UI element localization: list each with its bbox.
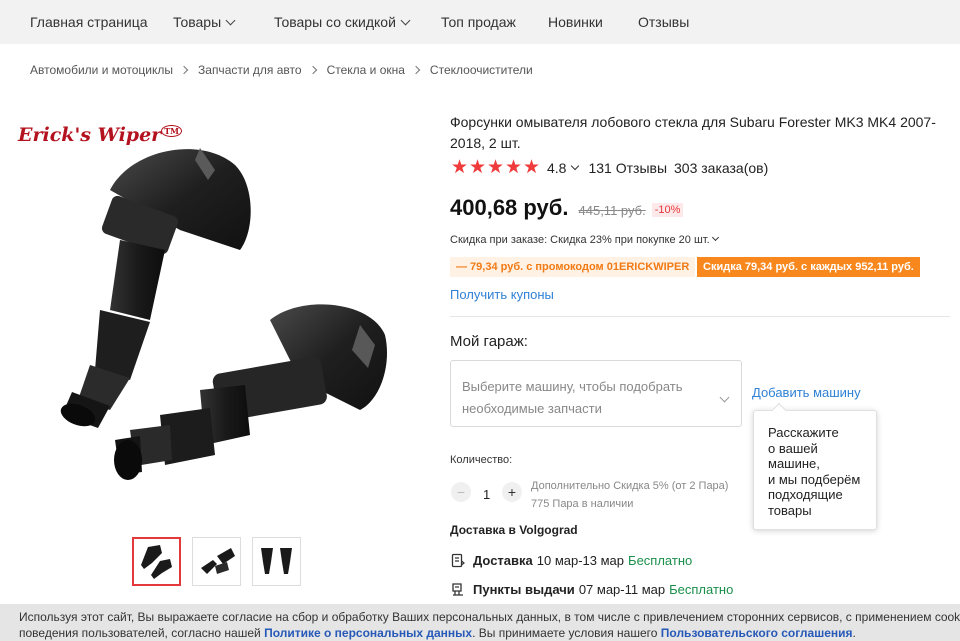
quantity-decrease-button[interactable]: −: [451, 482, 471, 502]
chevron-down-icon: [400, 15, 411, 26]
nav-discounted-products[interactable]: Товары со скидкой: [274, 14, 411, 30]
quantity-label: Количество:: [450, 454, 513, 466]
breadcrumb-item[interactable]: Стеклоочистители: [430, 63, 533, 77]
product-title: Форсунки омывателя лобового стекла для S…: [450, 114, 936, 151]
car-select-dropdown[interactable]: Выберите машину, чтобы подобрать необход…: [450, 360, 742, 427]
reviews-count[interactable]: 131 Отзывы: [588, 160, 667, 176]
breadcrumb-item[interactable]: Запчасти для авто: [198, 63, 302, 77]
nav-reviews[interactable]: Отзывы: [638, 14, 689, 30]
chevron-right-icon: [308, 65, 317, 75]
star-icon: ★: [451, 157, 469, 178]
tooltip-arrow: [771, 402, 787, 418]
add-car-link[interactable]: Добавить машину: [752, 385, 861, 400]
breadcrumb-item[interactable]: Автомобили и мотоциклы: [30, 63, 173, 77]
quantity-value[interactable]: 1: [483, 487, 490, 502]
bulk-discount-info[interactable]: Скидка при заказе: Скидка 23% при покупк…: [450, 233, 719, 246]
rating-stars: ★ ★ ★ ★ ★: [451, 157, 541, 178]
current-price: 400,68 руб.: [450, 195, 569, 220]
user-agreement-link[interactable]: Пользовательского соглашения: [661, 626, 853, 640]
shipping-box-icon: [451, 553, 465, 568]
rating-row: ★ ★ ★ ★ ★ 4.8 131 Отзывы 303 заказа(ов): [451, 158, 768, 178]
quantity-note: Дополнительно Скидка 5% (от 2 Пара) 775 …: [531, 480, 729, 510]
nav-top-sales[interactable]: Топ продаж: [441, 14, 516, 30]
chevron-down-icon: [225, 15, 236, 26]
chevron-down-icon: [711, 233, 719, 242]
thumbnail-1[interactable]: [132, 537, 181, 586]
rating-value[interactable]: 4.8: [547, 160, 566, 176]
store-discount-tag[interactable]: Скидка 79,34 руб. с каждых 952,11 руб.: [697, 257, 920, 277]
divider: [450, 316, 950, 317]
pickup-row: Пункты выдачи 07 мар-11 мар Бесплатно: [451, 582, 733, 597]
add-car-tooltip: Расскажите о вашей машине, и мы подберём…: [753, 402, 877, 530]
chevron-right-icon: [411, 65, 421, 75]
nav-new-arrivals[interactable]: Новинки: [548, 14, 603, 30]
old-price: 445,11 руб.: [578, 203, 646, 218]
chevron-right-icon: [179, 65, 189, 75]
thumbnail-2[interactable]: [192, 537, 241, 586]
promo-code-tag[interactable]: — 79,34 руб. с промокодом 01ERICKWIPER: [450, 257, 696, 277]
breadcrumb-item[interactable]: Стекла и окна: [327, 63, 405, 77]
price-row: 400,68 руб. 445,11 руб. -10%: [450, 195, 684, 221]
cookie-text-line2: поведения пользователей, согласно нашей …: [19, 626, 856, 640]
nav-products[interactable]: Товары: [173, 14, 236, 30]
pickup-point-icon: [452, 583, 463, 596]
discount-badge: -10%: [651, 203, 684, 217]
thumbnail-image: [201, 548, 235, 574]
quantity-increase-button[interactable]: +: [502, 482, 522, 502]
thumbnail-image: [261, 548, 292, 574]
chevron-down-icon: [719, 392, 730, 403]
product-main-image[interactable]: Erick's Wiper TM: [0, 110, 430, 530]
orders-count: 303 заказа(ов): [674, 160, 769, 176]
get-coupons-link[interactable]: Получить купоны: [450, 287, 554, 302]
star-icon: ★: [523, 157, 541, 178]
privacy-policy-link[interactable]: Политике о персональных данных: [264, 626, 472, 640]
top-navigation: Главная страница Товары Товары со скидко…: [0, 0, 960, 44]
thumbnail-3[interactable]: [252, 537, 301, 586]
cookie-text-line1: Используя этот сайт, Вы выражаете соглас…: [19, 610, 960, 624]
washer-nozzle-image: [60, 148, 388, 480]
delivery-heading[interactable]: Доставка в Volgograd: [450, 523, 578, 537]
car-select-placeholder: Выберите машину, чтобы подобрать необход…: [462, 379, 683, 416]
nav-home[interactable]: Главная страница: [30, 14, 148, 30]
star-icon: ★: [505, 157, 523, 178]
chevron-down-icon[interactable]: [571, 161, 580, 171]
delivery-row: Доставка 10 мар-13 мар Бесплатно: [451, 553, 692, 568]
garage-label: Мой гараж:: [450, 333, 528, 350]
breadcrumb: Автомобили и мотоциклы Запчасти для авто С…: [30, 63, 533, 77]
star-icon: ★: [487, 157, 505, 178]
cookie-banner: Используя этот сайт, Вы выражаете соглас…: [0, 604, 960, 641]
thumbnail-image: [141, 545, 172, 579]
star-icon: ★: [469, 157, 487, 178]
